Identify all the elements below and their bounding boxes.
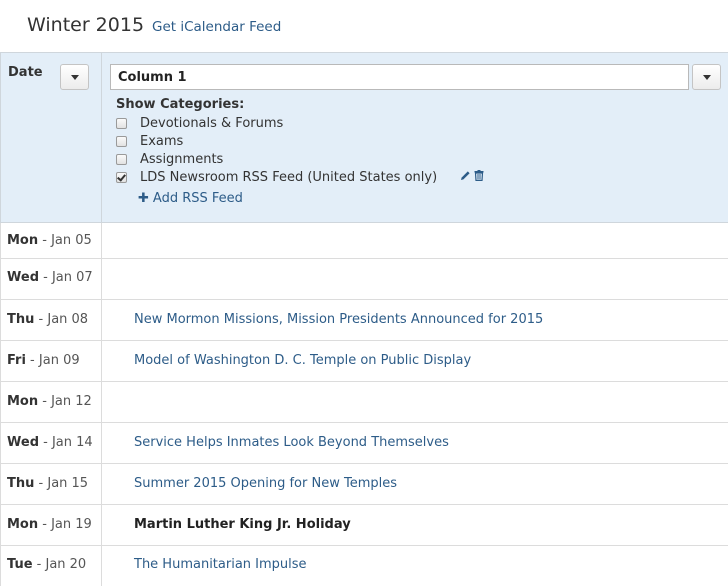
trash-icon[interactable] [474,169,484,185]
row-date-value: Jan 19 [51,517,92,532]
row-date: Wed - Jan 14 [7,435,93,450]
table-row: Mon - Jan 19 Martin Luther King Jr. Holi… [0,505,728,546]
row-day: Wed [7,435,39,450]
row-day: Tue [7,557,33,572]
add-rss-feed-link[interactable]: ✚ Add RSS Feed [138,191,243,206]
row-date: Thu - Jan 08 [7,312,89,327]
category-assignments: Assignments [116,150,223,168]
row-date-value: Jan 07 [51,270,93,285]
table-row: Thu - Jan 08 New Mormon Missions, Missio… [0,300,728,341]
row-day: Mon [7,517,39,532]
column-dropdown-button[interactable] [692,64,721,90]
category-checkbox[interactable] [116,153,127,165]
row-date-value: Jan 15 [47,476,89,491]
event-link[interactable]: Service Helps Inmates Look Beyond Themse… [134,435,449,450]
row-day: Mon [7,233,39,248]
row-date-value: Jan 14 [51,435,93,450]
row-date-value: Jan 20 [45,557,87,572]
row-day: Mon [7,394,39,409]
calendar-table: Date Show Categories: Devotionals & Foru… [0,52,728,586]
table-row: Mon - Jan 05 [0,223,728,259]
icalendar-feed-link[interactable]: Get iCalendar Feed [152,19,281,35]
row-date-value: Jan 09 [38,353,80,368]
category-label: LDS Newsroom RSS Feed (United States onl… [140,169,438,185]
show-categories-label: Show Categories: [116,97,245,112]
caret-down-icon [70,75,79,80]
row-day: Fri [7,353,26,368]
row-date: Wed - Jan 07 [7,270,93,285]
table-row: Thu - Jan 15 Summer 2015 Opening for New… [0,464,728,505]
table-row: Mon - Jan 12 [0,382,728,423]
row-day: Wed [7,270,39,285]
event-link[interactable]: Summer 2015 Opening for New Temples [134,476,397,491]
table-row: Tue - Jan 20 The Humanitarian Impulse [0,546,728,586]
row-date-value: Jan 08 [47,312,89,327]
row-date: Thu - Jan 15 [7,476,89,491]
plus-icon: ✚ [138,191,149,206]
event-link[interactable]: The Humanitarian Impulse [134,557,307,572]
row-date-value: Jan 12 [51,394,92,409]
category-checkbox[interactable] [116,171,127,183]
category-exams: Exams [116,132,183,150]
category-label: Devotionals & Forums [140,115,284,131]
row-day: Thu [7,476,35,491]
page-header: Winter 2015 Get iCalendar Feed [0,0,728,52]
row-date-value: Jan 05 [51,233,92,248]
date-column-header: Date [0,53,102,222]
date-dropdown-button[interactable] [60,64,89,90]
row-date: Mon - Jan 05 [7,233,92,248]
category-label: Assignments [140,151,224,167]
date-header-label: Date [8,65,43,80]
event-link[interactable]: New Mormon Missions, Mission Presidents … [134,312,543,327]
table-row: Fri - Jan 09 Model of Washington D. C. T… [0,341,728,382]
row-date: Fri - Jan 09 [7,353,80,368]
table-row: Wed - Jan 07 [0,259,728,300]
column-settings-header: Show Categories: Devotionals & Forums Ex… [102,53,728,222]
category-label: Exams [140,133,184,149]
row-day: Thu [7,312,35,327]
row-date: Tue - Jan 20 [7,557,87,572]
row-date: Mon - Jan 12 [7,394,92,409]
table-row: Wed - Jan 14 Service Helps Inmates Look … [0,423,728,464]
caret-down-icon [702,75,711,80]
holiday-label: Martin Luther King Jr. Holiday [134,517,351,532]
column-name-input[interactable] [110,64,689,90]
row-date: Mon - Jan 19 [7,517,92,532]
category-checkbox[interactable] [116,135,127,147]
category-devotionals: Devotionals & Forums [116,114,283,132]
category-checkbox[interactable] [116,117,127,129]
table-header-row: Date Show Categories: Devotionals & Foru… [0,53,728,223]
pencil-icon[interactable] [460,170,471,185]
add-rss-label: Add RSS Feed [152,191,243,206]
event-link[interactable]: Model of Washington D. C. Temple on Publ… [134,353,471,368]
category-lds-newsroom-rss: LDS Newsroom RSS Feed (United States onl… [116,168,484,186]
term-title: Winter 2015 [27,14,145,36]
